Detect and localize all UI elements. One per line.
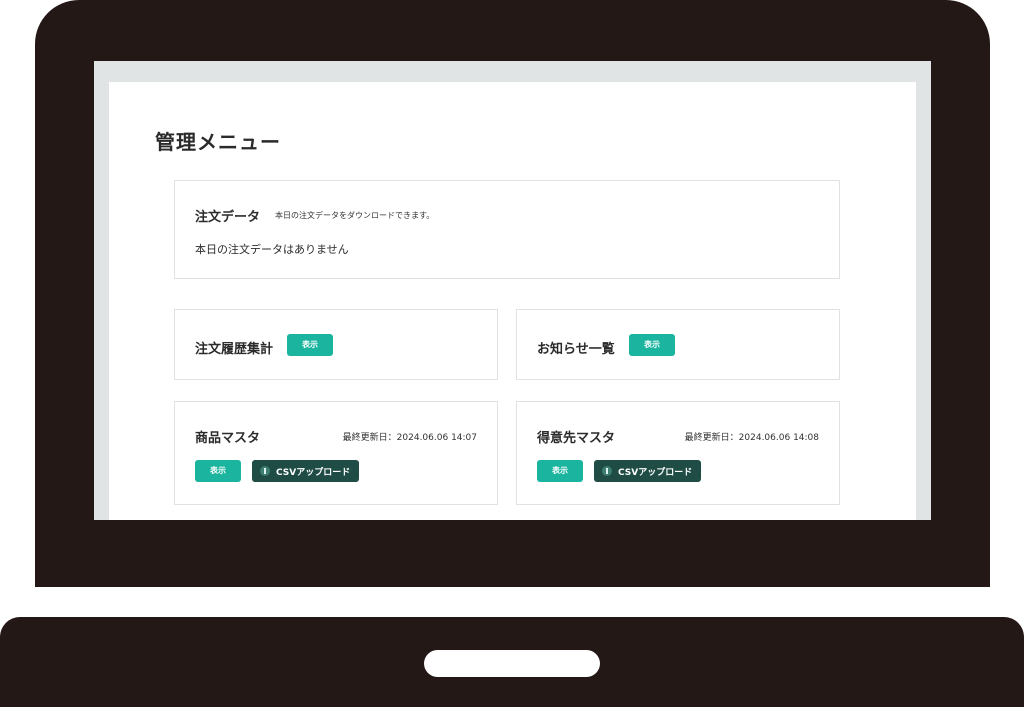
page-title: 管理メニュー: [155, 130, 281, 154]
order-history-card: 注文履歴集計 表示: [174, 309, 498, 380]
upload-icon: [602, 466, 612, 476]
csv-upload-label: CSVアップロード: [276, 467, 351, 478]
product-master-csv-upload-button[interactable]: CSVアップロード: [252, 460, 360, 482]
order-data-title: 注文データ: [195, 210, 261, 225]
order-history-show-button[interactable]: 表示: [287, 334, 333, 356]
order-data-description: 本日の注文データをダウンロードできます。: [275, 211, 435, 220]
customer-master-show-button[interactable]: 表示: [537, 460, 583, 482]
upload-icon: [260, 466, 270, 476]
laptop-screen: 管理メニュー 注文データ 本日の注文データをダウンロードできます。 本日の注文デ…: [94, 61, 931, 520]
product-master-updated: 最終更新日：2024.06.06 14:07: [342, 433, 477, 443]
customer-master-card: 得意先マスタ 最終更新日：2024.06.06 14:08 表示 CSVアップロ…: [516, 401, 840, 505]
product-master-show-button[interactable]: 表示: [195, 460, 241, 482]
product-master-title: 商品マスタ: [195, 431, 261, 446]
notices-show-button[interactable]: 表示: [629, 334, 675, 356]
order-data-card: 注文データ 本日の注文データをダウンロードできます。 本日の注文データはありませ…: [174, 180, 840, 279]
laptop-notch: [424, 650, 600, 677]
product-master-card: 商品マスタ 最終更新日：2024.06.06 14:07 表示 CSVアップロー…: [174, 401, 498, 505]
admin-page: 管理メニュー 注文データ 本日の注文データをダウンロードできます。 本日の注文デ…: [109, 82, 916, 520]
customer-master-title: 得意先マスタ: [537, 431, 616, 446]
csv-upload-label: CSVアップロード: [618, 467, 693, 478]
notices-card: お知らせ一覧 表示: [516, 309, 840, 380]
order-data-status: 本日の注文データはありません: [195, 243, 349, 256]
notices-title: お知らせ一覧: [537, 342, 615, 357]
order-history-title: 注文履歴集計: [195, 342, 274, 357]
customer-master-updated: 最終更新日：2024.06.06 14:08: [684, 433, 819, 443]
customer-master-csv-upload-button[interactable]: CSVアップロード: [594, 460, 702, 482]
